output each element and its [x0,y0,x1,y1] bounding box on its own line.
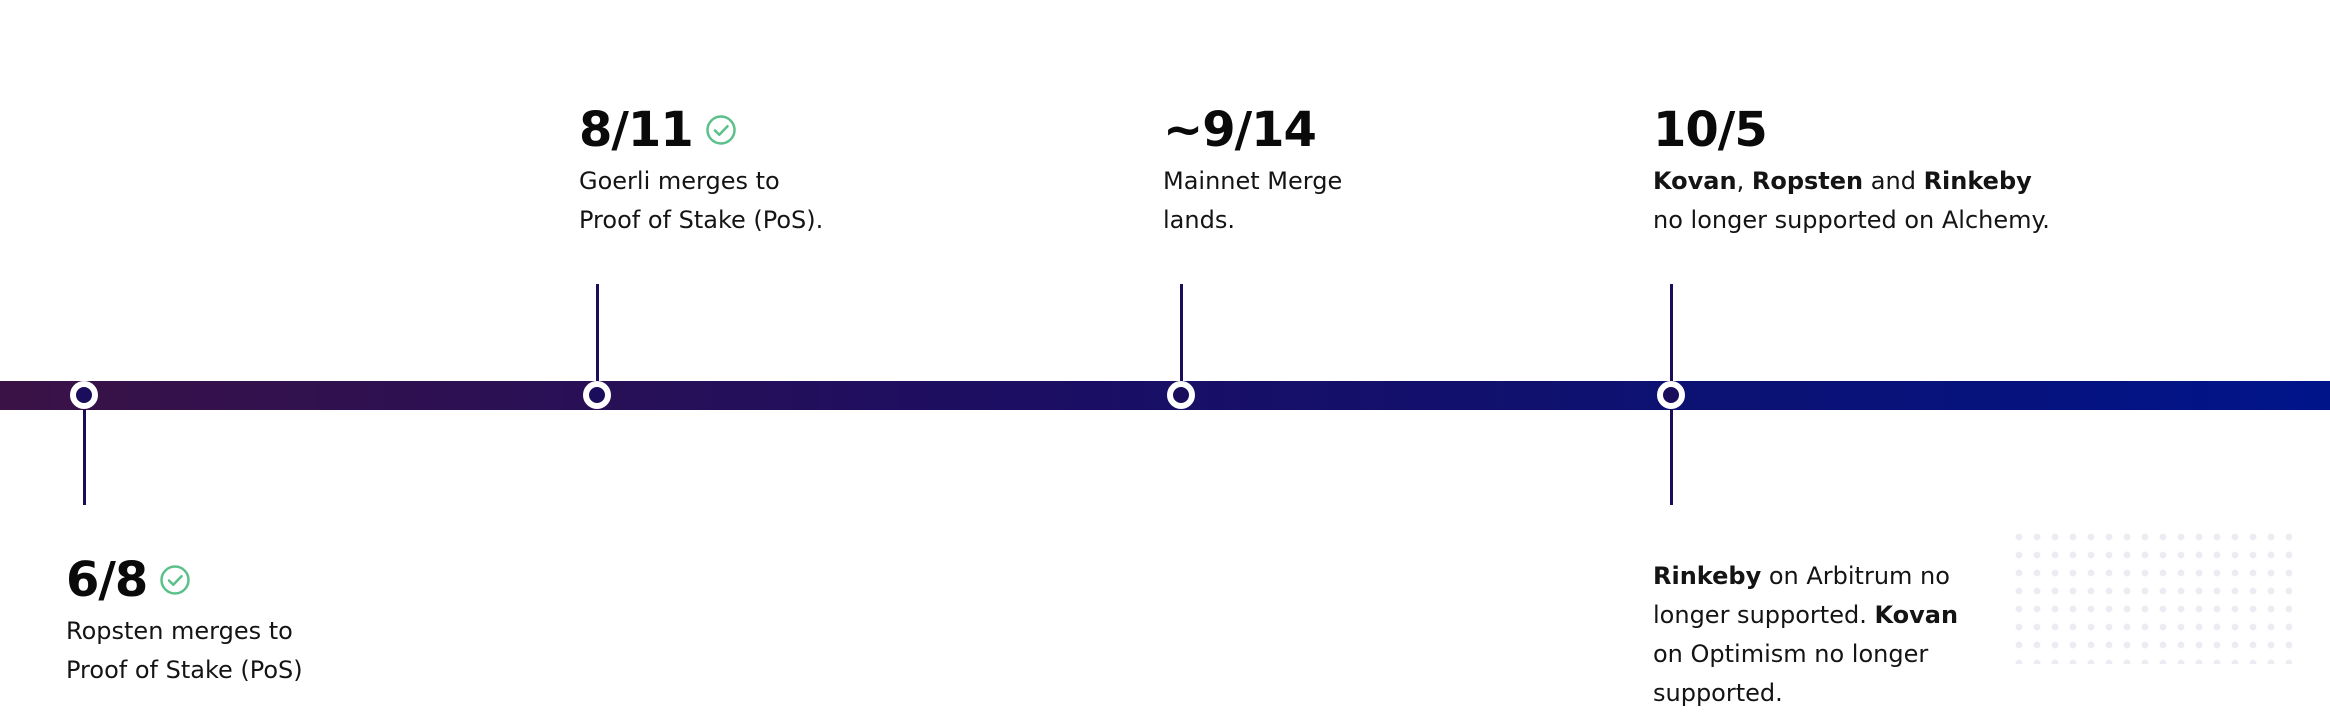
timeline-node-10-5 [1657,381,1685,409]
timeline-node-9-14 [1167,381,1195,409]
event-date: ~9/14 [1163,102,1317,158]
timeline-node-6-8 [70,381,98,409]
check-circle-icon [705,115,736,145]
event-description: Rinkeby on Arbitrum no longer supported.… [1653,562,1959,707]
stem-8-11 [596,284,599,394]
event-date: 6/8 [66,552,303,608]
stem-9-14 [1180,284,1183,394]
stem-10-5-top [1670,284,1673,394]
event-description: Mainnet Merge lands. [1163,167,1343,234]
event-6-8: 6/8 Ropsten merges to Proof of Stake (Po… [66,552,303,690]
event-9-14: ~9/14 Mainnet Merge lands. [1163,102,1342,240]
dot-pattern-decoration [2010,528,2292,664]
event-description: Ropsten merges to Proof of Stake (PoS) [66,617,303,684]
timeline-bar [0,381,2330,410]
stem-6-8 [83,395,86,505]
event-date: 10/5 [1653,102,1768,158]
timeline-node-8-11 [583,381,611,409]
event-description: Goerli merges to Proof of Stake (PoS). [579,167,824,234]
event-date: 8/11 [579,102,823,158]
event-8-11: 8/11 Goerli merges to Proof of Stake (Po… [579,102,823,240]
event-10-5: 10/5 Kovan, Ropsten and Rinkeby no longe… [1653,102,2050,240]
check-circle-icon [160,565,191,595]
event-description: Kovan, Ropsten and Rinkeby no longer sup… [1653,167,2050,234]
stem-10-5-bottom [1670,395,1673,505]
event-10-5-l2-note: Rinkeby on Arbitrum no longer supported.… [1653,553,1958,713]
